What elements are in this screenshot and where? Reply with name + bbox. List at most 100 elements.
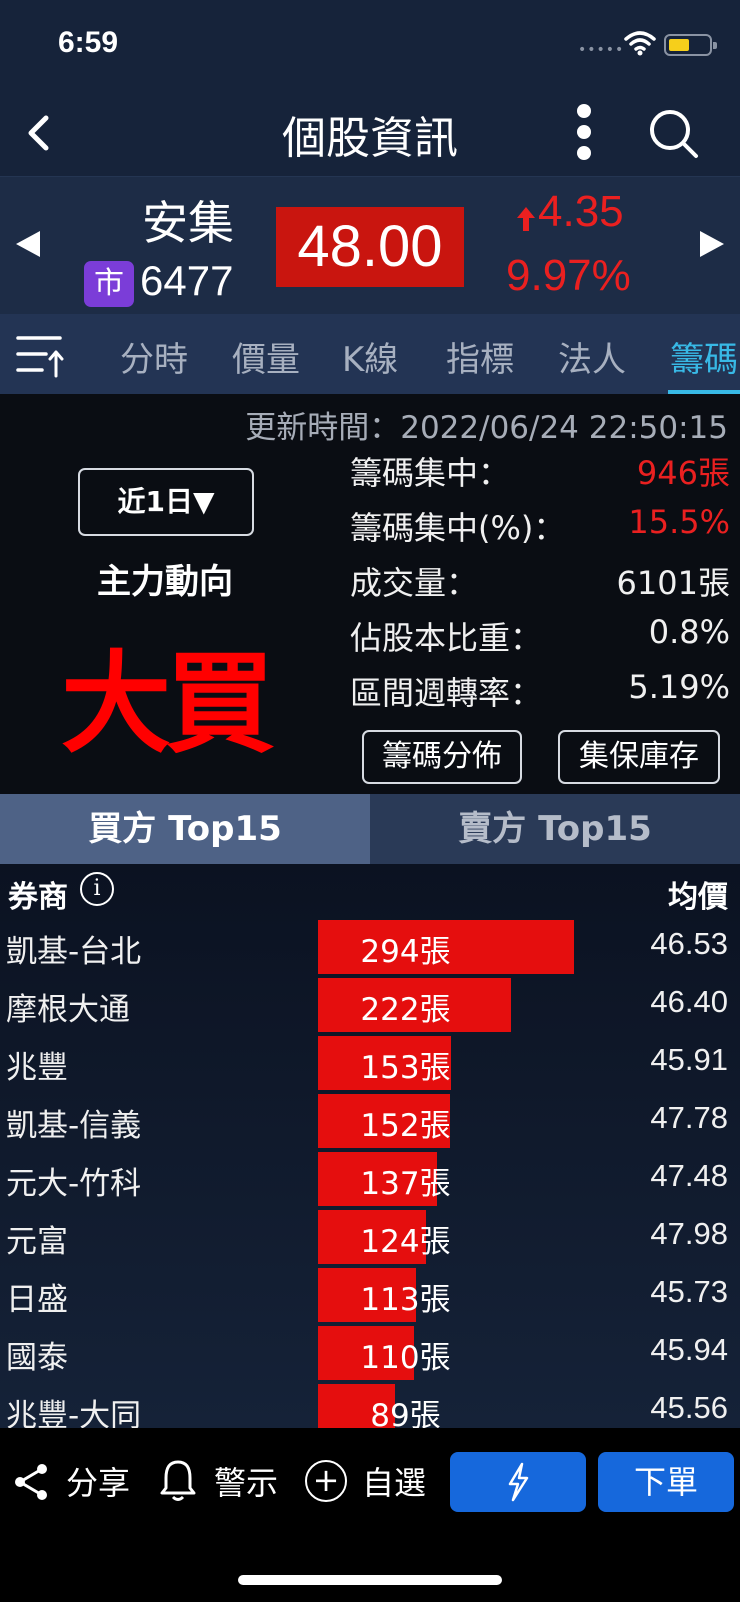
tab-sellers-top15[interactable]: 賣方 Top15 bbox=[370, 794, 740, 864]
average-price: 46.53 bbox=[650, 926, 728, 961]
quote-header: 安集 市 6477 48.00 4.35 9.97% bbox=[0, 176, 740, 314]
page-title: 個股資訊 bbox=[282, 113, 458, 164]
stat-label: 區間週轉率： bbox=[350, 674, 543, 712]
average-price: 47.48 bbox=[650, 1158, 728, 1193]
chips-summary-panel: 更新時間：2022/06/24 22:50:15 近1日▼ 主力動向 大買 籌碼… bbox=[0, 394, 740, 794]
stat-chip-concentration: 籌碼集中： 946張 bbox=[350, 444, 730, 496]
broker-name: 凱基-信義 bbox=[6, 1108, 142, 1144]
search-button[interactable] bbox=[646, 106, 702, 162]
stock-code: 6477 bbox=[140, 257, 234, 304]
tab-intraday[interactable]: 分時 bbox=[120, 332, 188, 381]
broker-name: 摩根大通 bbox=[6, 992, 130, 1028]
average-price: 45.94 bbox=[650, 1332, 728, 1367]
tab-kline[interactable]: K線 bbox=[342, 332, 398, 381]
main-force-label: 主力動向 bbox=[97, 562, 233, 602]
stat-value: 946張 bbox=[636, 454, 730, 492]
update-time: 更新時間：2022/06/24 22:50:15 bbox=[245, 410, 728, 446]
stat-value: 15.5% bbox=[628, 503, 730, 541]
cellular-signal-icon: ••••• bbox=[578, 42, 625, 58]
chip-distribution-button[interactable]: 籌碼分佈 bbox=[362, 730, 522, 784]
price-change: 4.35 bbox=[538, 187, 624, 236]
tab-buyers-top15[interactable]: 買方 Top15 bbox=[0, 794, 370, 864]
table-row[interactable]: 兆豐-大同 89張 45.56 bbox=[0, 1382, 740, 1428]
broker-name: 凱基-台北 bbox=[6, 934, 142, 970]
stock-name: 安集 bbox=[142, 196, 234, 250]
stat-label: 成交量： bbox=[350, 564, 479, 602]
info-icon[interactable]: i bbox=[80, 872, 114, 906]
volume-label: 124張 bbox=[360, 1224, 451, 1260]
main-force-trend: 大買 bbox=[61, 640, 275, 768]
table-row[interactable]: 凱基-信義 152張 47.78 bbox=[0, 1092, 740, 1150]
market-badge: 市 bbox=[84, 261, 134, 307]
tab-price-volume[interactable]: 價量 bbox=[232, 332, 300, 381]
status-bar: 6:59 ••••• bbox=[0, 0, 740, 90]
column-header-broker: 券商 bbox=[8, 880, 68, 915]
stat-label: 佔股本比重： bbox=[350, 619, 543, 657]
average-price: 45.91 bbox=[650, 1042, 728, 1077]
average-price: 45.56 bbox=[650, 1390, 728, 1425]
stat-turnover-rate: 區間週轉率： 5.19% bbox=[350, 664, 730, 716]
broker-name: 元大-竹科 bbox=[6, 1166, 142, 1202]
stat-value: 6101張 bbox=[616, 564, 730, 602]
average-price: 47.98 bbox=[650, 1216, 728, 1251]
table-row[interactable]: 國泰 110張 45.94 bbox=[0, 1324, 740, 1382]
column-header-avg-price: 均價 bbox=[668, 880, 728, 915]
next-stock-button[interactable] bbox=[700, 231, 724, 257]
volume-label: 137張 bbox=[360, 1166, 451, 1202]
stat-volume: 成交量： 6101張 bbox=[350, 554, 730, 606]
tab-bar: 分時 價量 K線 指標 法人 籌碼 bbox=[0, 314, 740, 394]
alert-button[interactable]: 警示 bbox=[214, 1458, 278, 1504]
more-options-button[interactable] bbox=[570, 102, 600, 162]
stat-value: 5.19% bbox=[628, 668, 730, 706]
watchlist-button[interactable]: 自選 bbox=[362, 1458, 426, 1504]
stat-label: 籌碼集中(%)： bbox=[350, 509, 566, 547]
broker-list: 券商 i 均價 凱基-台北 294張 46.53 摩根大通 222張 46.40 兆豐 153… bbox=[0, 864, 740, 1428]
battery-icon bbox=[664, 34, 717, 56]
tab-indicators[interactable]: 指標 bbox=[446, 332, 514, 381]
stat-chip-concentration-pct: 籌碼集中(%)： 15.5% bbox=[350, 499, 730, 551]
lightning-icon bbox=[508, 1462, 529, 1502]
quick-order-button[interactable] bbox=[450, 1452, 586, 1512]
average-price: 46.40 bbox=[650, 984, 728, 1019]
up-arrow-icon bbox=[517, 207, 535, 231]
table-row[interactable]: 元富 124張 47.98 bbox=[0, 1208, 740, 1266]
average-price: 45.73 bbox=[650, 1274, 728, 1309]
nav-bar: 個股資訊 bbox=[0, 90, 740, 176]
tab-chips[interactable]: 籌碼 bbox=[670, 332, 738, 381]
table-row[interactable]: 兆豐 153張 45.91 bbox=[0, 1034, 740, 1092]
table-row[interactable]: 日盛 113張 45.73 bbox=[0, 1266, 740, 1324]
bottom-toolbar: 分享 警示 + 自選 下單 bbox=[0, 1428, 740, 1602]
broker-name: 兆豐-大同 bbox=[6, 1398, 142, 1428]
volume-label: 113張 bbox=[360, 1282, 451, 1318]
stat-value: 0.8% bbox=[648, 613, 730, 651]
stat-label: 籌碼集中： bbox=[350, 454, 511, 492]
volume-label: 294張 bbox=[360, 934, 451, 970]
price-change-percent: 9.97% bbox=[506, 251, 631, 300]
share-button[interactable]: 分享 bbox=[66, 1458, 130, 1504]
broker-name: 國泰 bbox=[6, 1340, 68, 1376]
volume-label: 152張 bbox=[360, 1108, 451, 1144]
share-icon[interactable] bbox=[12, 1462, 50, 1502]
table-row[interactable]: 摩根大通 222張 46.40 bbox=[0, 976, 740, 1034]
volume-label: 153張 bbox=[360, 1050, 451, 1086]
wifi-icon bbox=[624, 31, 656, 56]
period-dropdown[interactable]: 近1日▼ bbox=[78, 468, 254, 536]
add-watchlist-icon[interactable]: + bbox=[305, 1460, 347, 1502]
table-row[interactable]: 凱基-台北 294張 46.53 bbox=[0, 918, 740, 976]
bell-icon[interactable] bbox=[158, 1458, 198, 1502]
average-price: 47.78 bbox=[650, 1100, 728, 1135]
volume-label: 89張 bbox=[370, 1398, 441, 1428]
broker-name: 日盛 bbox=[6, 1282, 68, 1318]
stat-capital-ratio: 佔股本比重： 0.8% bbox=[350, 609, 730, 661]
place-order-button[interactable]: 下單 bbox=[598, 1452, 734, 1512]
tab-institutional[interactable]: 法人 bbox=[558, 332, 626, 381]
previous-stock-button[interactable] bbox=[16, 231, 40, 257]
broker-name: 兆豐 bbox=[6, 1050, 68, 1086]
table-row[interactable]: 元大-竹科 137張 47.48 bbox=[0, 1150, 740, 1208]
volume-label: 222張 bbox=[360, 992, 451, 1028]
home-indicator bbox=[238, 1575, 502, 1585]
tab-settings-icon[interactable] bbox=[16, 330, 68, 380]
broker-name: 元富 bbox=[6, 1224, 68, 1260]
volume-label: 110張 bbox=[360, 1340, 451, 1376]
custody-inventory-button[interactable]: 集保庫存 bbox=[558, 730, 720, 784]
